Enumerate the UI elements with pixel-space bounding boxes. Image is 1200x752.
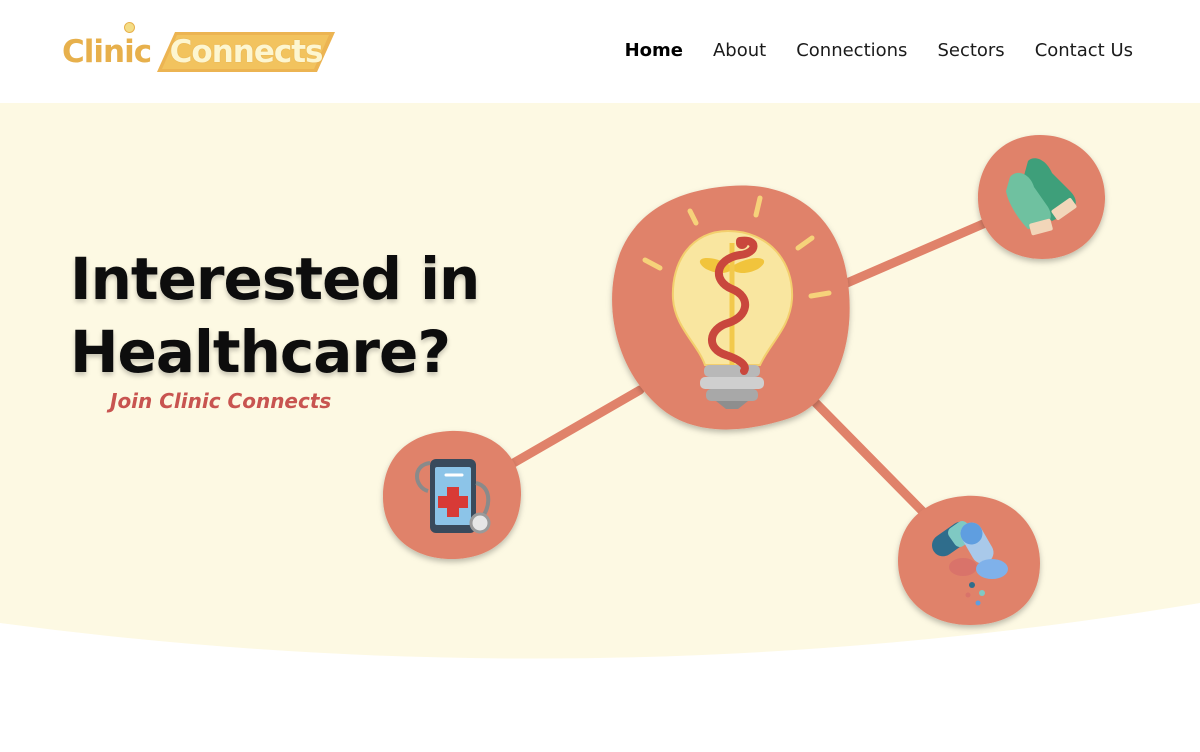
nav-connections-link[interactable]: Connections (796, 40, 907, 61)
medical-tablet-stethoscope-icon (382, 430, 522, 559)
main-nav: Home About Connections Sectors Contact U… (625, 40, 1133, 61)
network-illustration (382, 135, 1106, 625)
pills-capsules-icon (898, 495, 1040, 625)
nav-about-link[interactable]: About (713, 40, 766, 61)
page-lower-blank (0, 663, 1200, 752)
lightbulb-caduceus-icon (612, 185, 850, 430)
nav-sectors-link[interactable]: Sectors (937, 40, 1004, 61)
brand-logo[interactable]: Clinic Connects (62, 22, 336, 76)
nav-home-link[interactable]: Home (625, 40, 683, 61)
hero-section: Interested in Healthcare? Join Clinic Co… (0, 103, 1200, 663)
logo-connects-badge: Connects (157, 30, 336, 74)
logo-connects-text: Connects (169, 34, 324, 70)
logo-bulb-dot-icon (124, 22, 135, 33)
site-header: Clinic Connects Home About Connections S… (0, 0, 1200, 103)
medical-gloves-icon (978, 135, 1106, 259)
logo-clinic-text: Clinic (62, 34, 152, 70)
nav-contact-link[interactable]: Contact Us (1035, 40, 1133, 61)
